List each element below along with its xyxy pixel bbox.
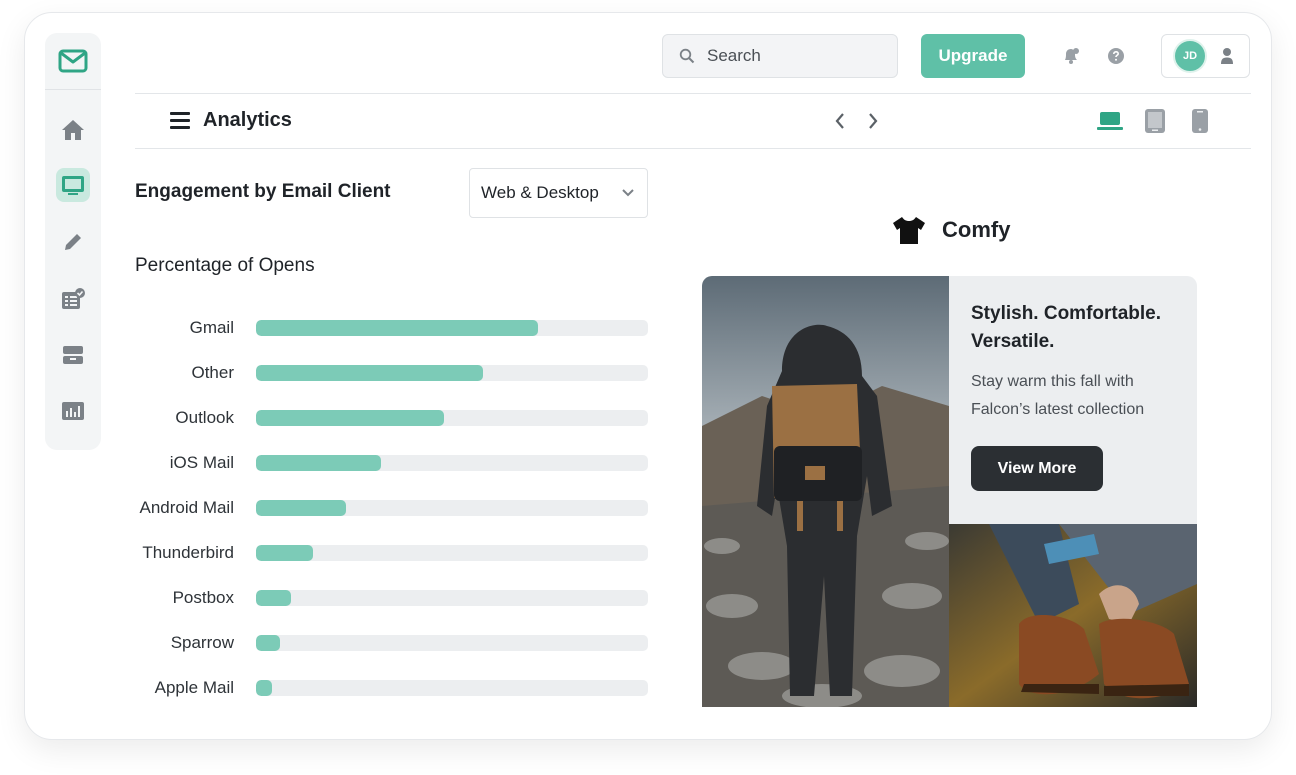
bar-label: Apple Mail [154,678,234,697]
bar-label: iOS Mail [169,453,234,472]
chevron-left-icon [835,113,844,129]
sidebar-item-home[interactable] [56,113,90,147]
page-title: Analytics [203,109,292,131]
tablet-icon [1145,109,1165,133]
home-icon [62,120,84,140]
bell-icon [1065,48,1079,64]
prev-button[interactable] [830,111,850,131]
sidebar-item-tasks[interactable] [56,282,90,316]
bar [256,455,382,471]
inbox-icon [62,176,84,195]
help-button[interactable] [1104,44,1128,68]
laptop-icon [1097,112,1123,130]
promo-text-panel: Stylish. Comfortable. Versatile. Stay wa… [949,276,1197,524]
pencil-icon [65,234,81,250]
bar-label: Android Mail [139,498,235,517]
bar [256,365,484,381]
bar-label: Postbox [172,588,234,607]
client-filter-select[interactable]: Web & Desktop [469,168,648,218]
lacing-boots-photo [949,524,1197,707]
bar-label: Thunderbird [142,543,234,562]
search-input[interactable] [707,46,877,66]
bar [256,590,292,606]
bar [256,410,445,426]
question-icon [1108,48,1124,64]
notifications-button[interactable] [1059,44,1083,68]
hiker-with-backpack-photo [702,276,949,707]
sidebar-item-analytics[interactable] [56,394,90,428]
brand-header: Comfy [891,215,1010,245]
bar-label: Sparrow [170,633,234,652]
bar [256,680,272,696]
view-more-button[interactable]: View More [971,446,1103,491]
archive-icon [63,346,83,364]
bar-track [256,410,648,426]
toolbar-divider [135,148,1251,149]
chart-title: Percentage of Opens [135,255,315,276]
analytics-icon [62,402,84,420]
bar-track [256,635,648,651]
bar-track [256,455,648,471]
sidebar-item-inbox[interactable] [56,168,90,202]
header-divider [135,93,1251,94]
bar [256,500,347,516]
search-box[interactable] [662,34,898,78]
bar [256,635,280,651]
upgrade-button[interactable]: Upgrade [921,34,1025,78]
menu-icon[interactable] [170,112,190,130]
promo-headline: Stylish. Comfortable. Versatile. [971,303,1162,352]
device-mobile-button[interactable] [1186,107,1214,135]
client-filter-value: Web & Desktop [481,183,599,202]
app-logo[interactable] [45,33,101,89]
bar-label: Other [191,363,234,382]
bar-label: Gmail [189,318,234,337]
next-button[interactable] [863,111,883,131]
user-icon [1221,48,1233,64]
chevron-down-icon [622,189,634,197]
section-title: Engagement by Email Client [135,181,391,202]
sidebar-divider [45,89,101,90]
bar-track [256,320,648,336]
checklist-icon [62,288,85,309]
search-icon [679,48,695,64]
avatar: JD [1173,39,1207,73]
device-desktop-button[interactable] [1096,107,1124,135]
brand-name: Comfy [942,217,1011,242]
promo-body: Stay warm this fall with Falcon’s latest… [971,373,1145,418]
bar-track [256,500,648,516]
sidebar-item-archive[interactable] [56,338,90,372]
tshirt-icon [893,217,925,244]
email-preview: Stylish. Comfortable. Versatile. Stay wa… [702,276,1197,707]
bar [256,545,313,561]
bar-track [256,680,648,696]
sidebar-item-compose[interactable] [56,225,90,259]
phone-icon [1192,109,1208,133]
bar-label: Outlook [175,408,234,427]
envelope-check-icon [58,49,88,73]
profile-menu[interactable]: JD [1161,34,1250,78]
chevron-right-icon [869,113,878,129]
bar-track [256,545,648,561]
bar-track [256,590,648,606]
bar [256,320,539,336]
device-tablet-button[interactable] [1141,107,1169,135]
bar-track [256,365,648,381]
